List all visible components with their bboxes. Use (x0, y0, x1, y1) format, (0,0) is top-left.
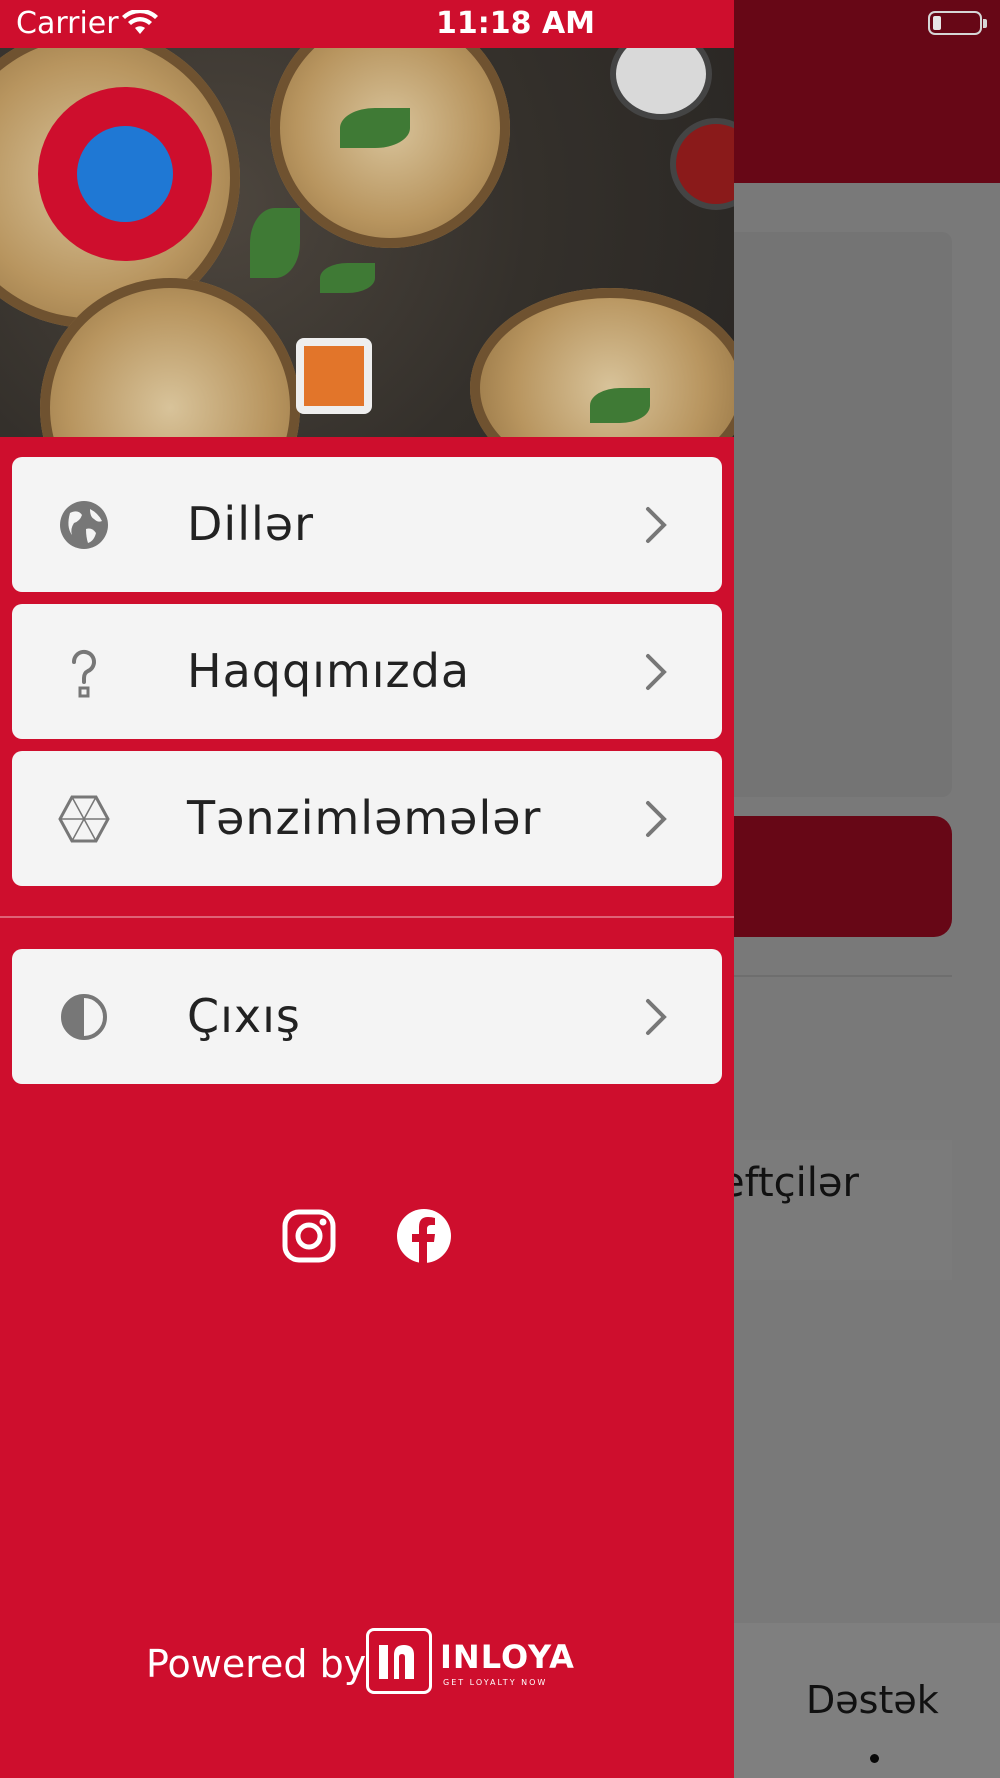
app-logo (38, 87, 212, 261)
leaf (320, 263, 375, 293)
leaf (250, 208, 300, 278)
menu-item-settings[interactable]: Tənzimləmələr (12, 751, 722, 886)
question-icon (71, 649, 96, 698)
cream-bowl (610, 48, 712, 120)
drawer-divider (0, 916, 734, 918)
logout-icon (61, 994, 107, 1040)
food-plate (270, 48, 510, 248)
battery-icon (928, 11, 987, 35)
chevron-right-icon (646, 654, 667, 690)
facebook-icon[interactable] (396, 1208, 452, 1264)
inloya-tagline: GET LOYALTY NOW (443, 1678, 548, 1687)
side-drawer: Dillər Haqqımızda Tənzimləmələr Çıxış Po… (0, 48, 734, 1778)
chevron-right-icon (646, 801, 667, 837)
settings-icon (58, 795, 110, 843)
inloya-logo-glyph (379, 1645, 414, 1679)
status-bar: Carrier 11:18 AM (0, 0, 1000, 48)
chevron-right-icon (646, 507, 667, 543)
menu-item-languages[interactable]: Dillər (12, 457, 722, 592)
wifi-icon (122, 10, 158, 34)
battery-level (933, 16, 941, 30)
globe-icon (60, 501, 108, 549)
leaf (340, 108, 410, 148)
instagram-icon[interactable] (281, 1208, 337, 1264)
menu-item-label: Tənzimləmələr (187, 791, 542, 845)
menu-item-label: Çıxış (187, 989, 301, 1043)
inloya-brand: INLOYA (440, 1638, 575, 1676)
clock-time: 11:18 AM (436, 6, 596, 41)
chevron-right-icon (646, 999, 667, 1035)
drawer-header-image (0, 48, 734, 437)
app-logo-center (77, 126, 173, 222)
leaf (590, 388, 650, 423)
carrier-label: Carrier (16, 6, 119, 41)
spice-bowl (670, 118, 734, 210)
menu-item-label: Haqqımızda (187, 644, 471, 698)
inloya-logo-mark (366, 1628, 432, 1694)
menu-item-logout[interactable]: Çıxış (12, 949, 722, 1084)
powered-by-label: Powered by (146, 1642, 367, 1686)
menu-item-label: Dillər (187, 497, 314, 551)
menu-item-about[interactable]: Haqqımızda (12, 604, 722, 739)
sauce-bowl (296, 338, 372, 414)
